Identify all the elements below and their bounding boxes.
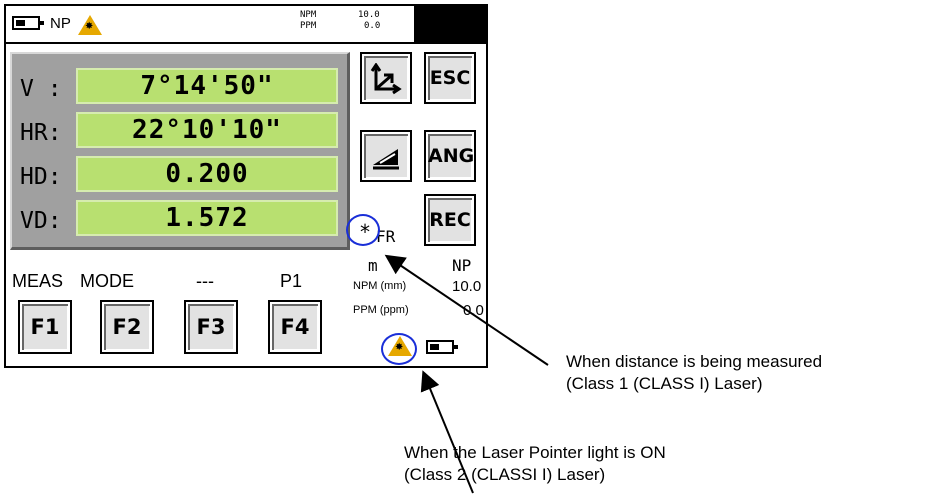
pointer-annotation-line1: When the Laser Pointer light is ON (404, 443, 666, 462)
distance-annotation-line1: When distance is being measured (566, 352, 823, 371)
distance-annotation-line2: (Class 1 (CLASS I) Laser) (566, 374, 763, 393)
annotation-arrows (384, 254, 549, 494)
pointer-annotation: When the Laser Pointer light is ON (Clas… (404, 442, 666, 486)
distance-arrow (384, 254, 549, 366)
pointer-annotation-line2: (Class 2 (CLASSI I) Laser) (404, 465, 606, 484)
distance-annotation: When distance is being measured (Class 1… (566, 351, 822, 395)
